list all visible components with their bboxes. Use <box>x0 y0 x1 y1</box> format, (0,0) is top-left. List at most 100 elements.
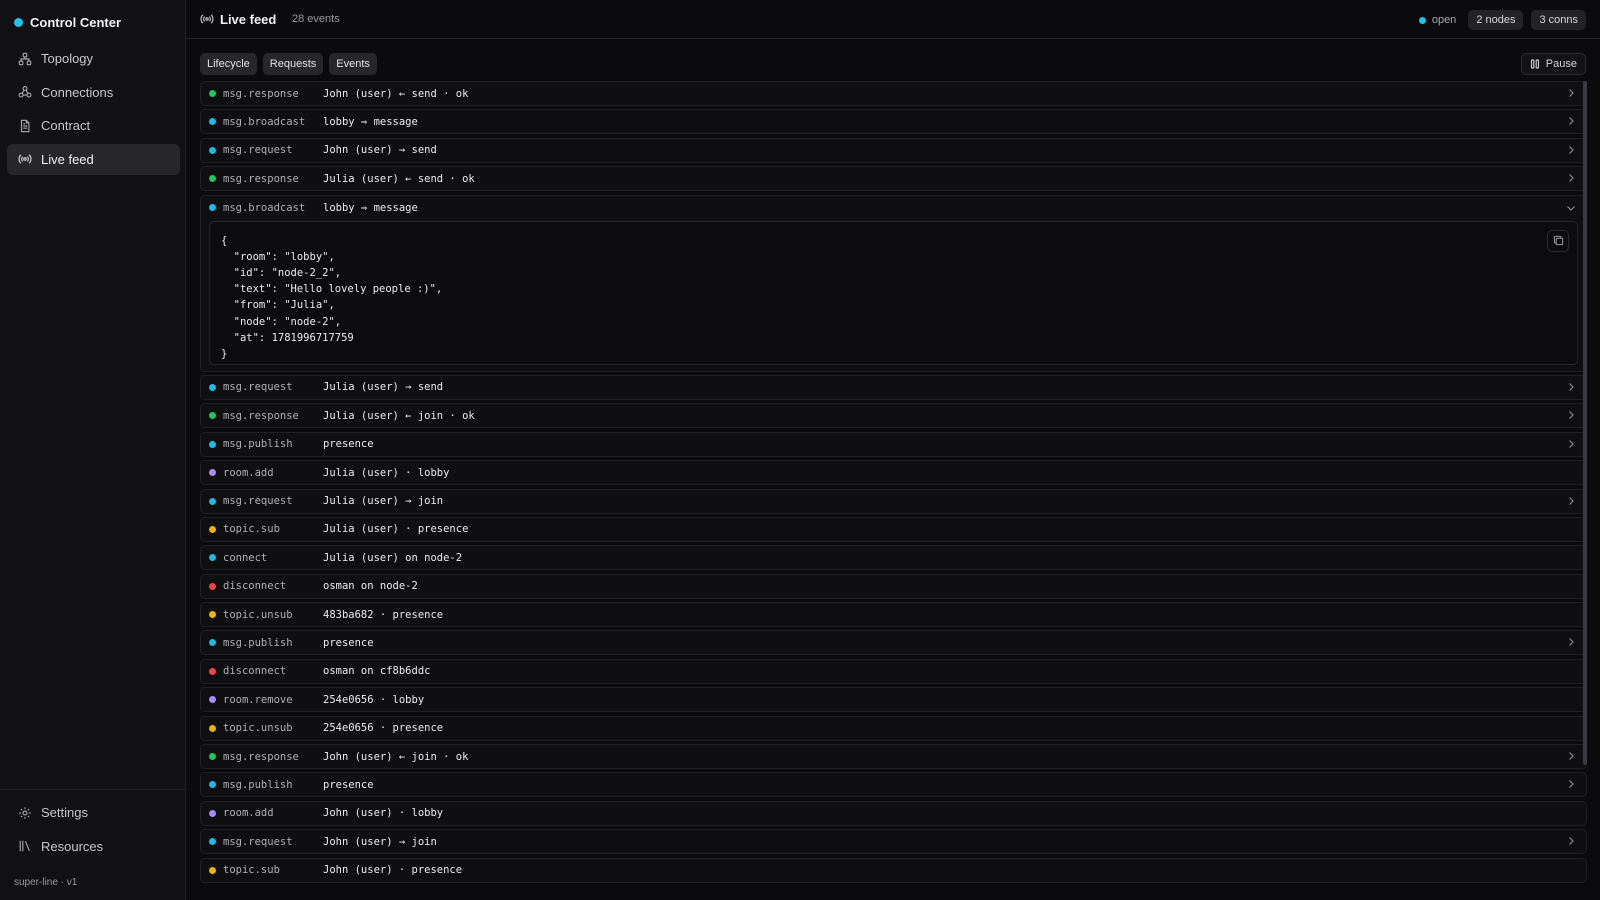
sidebar-item-topology[interactable]: Topology <box>7 43 180 74</box>
event-row: topic.sub John (user) · presence <box>200 857 1587 883</box>
event-row[interactable]: msg.response Julia (user) ← join · ok <box>200 403 1587 429</box>
event-row[interactable]: msg.broadcast lobby ⇒ message <box>200 109 1587 135</box>
event-detail: Julia (user) → join <box>323 495 444 508</box>
chevron-right-icon[interactable] <box>1566 779 1576 789</box>
event-color-dot <box>209 582 216 590</box>
event-detail: Julia (user) ← send · ok <box>323 172 475 185</box>
chevron-right-icon[interactable] <box>1566 496 1576 506</box>
event-type: msg.publish <box>223 636 293 649</box>
event-color-dot <box>209 838 216 846</box>
event-row-header[interactable]: msg.broadcast lobby ⇒ message <box>201 196 1586 221</box>
event-row: topic.unsub 254e0656 · presence <box>200 715 1587 741</box>
event-type: topic.unsub <box>223 608 293 621</box>
event-row[interactable]: msg.response John (user) ← send · ok <box>200 81 1587 106</box>
event-detail: presence <box>323 636 374 649</box>
event-type: msg.publish <box>223 438 293 451</box>
event-type: msg.broadcast <box>223 202 306 215</box>
app-version: super-line · v1 <box>14 877 78 888</box>
event-row[interactable]: msg.publish presence <box>200 431 1587 457</box>
event-type: msg.response <box>223 172 299 185</box>
sidebar-item-label: Resources <box>41 838 104 854</box>
event-row-expanded: msg.broadcast lobby ⇒ message { "room": "l… <box>200 194 1587 372</box>
event-count: 28 events <box>292 13 340 25</box>
event-payload: { "room": "lobby", "id": "node-2_2", "te… <box>209 220 1578 365</box>
topology-icon <box>18 52 32 65</box>
event-type: msg.request <box>223 381 293 394</box>
event-row[interactable]: msg.publish presence <box>200 772 1587 798</box>
broadcast-icon <box>200 14 214 24</box>
event-color-dot <box>209 146 216 154</box>
sidebar-item-label: Settings <box>41 805 88 820</box>
event-detail: John (user) · lobby <box>323 807 444 820</box>
event-type: msg.broadcast <box>223 115 306 128</box>
chevron-right-icon[interactable] <box>1566 173 1576 183</box>
event-detail: 254e0656 · lobby <box>323 693 425 706</box>
event-detail: osman on cf8b6ddc <box>323 665 431 678</box>
chevron-down-icon[interactable] <box>1566 203 1576 213</box>
sidebar-item-live-feed[interactable]: Live feed <box>7 143 180 175</box>
event-type: topic.sub <box>223 864 280 877</box>
sidebar-item-connections[interactable]: Connections <box>7 77 180 108</box>
event-color-dot <box>209 781 216 789</box>
event-row: topic.unsub 483ba682 · presence <box>200 602 1587 628</box>
page-header: Live feed 28 events open 2 nodes 3 conns <box>186 0 1600 39</box>
chevron-right-icon[interactable] <box>1566 751 1576 761</box>
event-color-dot <box>209 175 216 183</box>
event-row[interactable]: msg.response John (user) ← join · ok <box>200 744 1587 770</box>
event-row: room.remove 254e0656 · lobby <box>200 687 1587 713</box>
sidebar-item-label: Live feed <box>41 151 94 167</box>
event-color-dot <box>209 383 216 391</box>
event-type: disconnect <box>223 665 287 678</box>
event-color-dot <box>209 118 216 126</box>
feed-scrollbar[interactable] <box>1583 81 1587 765</box>
event-color-dot <box>209 696 216 704</box>
event-detail: osman on node-2 <box>323 580 418 593</box>
sidebar-item-settings[interactable]: Settings <box>7 797 180 828</box>
nodes-badge: 2 nodes <box>1468 10 1524 30</box>
event-type: room.add <box>223 466 274 479</box>
brand-status-dot <box>14 17 23 27</box>
event-detail: lobby ⇒ message <box>323 202 418 215</box>
chevron-right-icon[interactable] <box>1566 382 1576 392</box>
event-row: room.add John (user) · lobby <box>200 800 1587 826</box>
filter-requests[interactable]: Requests <box>262 53 324 75</box>
copy-button[interactable] <box>1547 229 1569 252</box>
event-color-dot <box>209 412 216 420</box>
event-row: room.add Julia (user) · lobby <box>200 460 1587 486</box>
event-color-dot <box>209 203 216 211</box>
chevron-right-icon[interactable] <box>1566 637 1576 647</box>
event-row[interactable]: msg.request Julia (user) → join <box>200 488 1587 514</box>
filter-lifecycle[interactable]: Lifecycle <box>200 53 257 75</box>
event-color-dot <box>209 469 216 477</box>
chevron-right-icon[interactable] <box>1566 116 1576 126</box>
event-detail: Julia (user) ← join · ok <box>323 409 475 422</box>
event-detail: Julia (user) → send <box>323 381 444 394</box>
sidebar-item-contract[interactable]: Contract <box>7 110 180 141</box>
event-type: topic.unsub <box>223 722 293 735</box>
event-color-dot <box>209 639 216 647</box>
event-type: msg.publish <box>223 778 293 791</box>
chevron-right-icon[interactable] <box>1566 410 1576 420</box>
pause-button[interactable]: Pause <box>1520 53 1586 75</box>
event-color-dot <box>209 753 216 761</box>
event-type: msg.response <box>223 87 299 100</box>
payload-json: { "room": "lobby", "id": "node-2_2", "te… <box>221 234 443 360</box>
chevron-right-icon[interactable] <box>1566 145 1576 155</box>
event-row[interactable]: msg.request Julia (user) → send <box>200 374 1587 400</box>
chevron-right-icon[interactable] <box>1566 88 1576 98</box>
event-detail: Julia (user) on node-2 <box>323 551 463 564</box>
chevron-right-icon[interactable] <box>1566 836 1576 846</box>
event-color-dot <box>209 611 216 619</box>
chevron-right-icon[interactable] <box>1566 439 1576 449</box>
event-row[interactable]: msg.publish presence <box>200 630 1587 656</box>
event-row: topic.sub Julia (user) · presence <box>200 516 1587 542</box>
event-row[interactable]: msg.request John (user) → join <box>200 829 1587 855</box>
event-detail: John (user) ← send · ok <box>323 87 469 100</box>
event-color-dot <box>209 809 216 817</box>
event-color-dot <box>209 525 216 533</box>
event-row[interactable]: msg.request John (user) → send <box>200 137 1587 163</box>
sidebar-item-resources[interactable]: Resources <box>7 831 180 862</box>
event-color-dot <box>209 724 216 732</box>
filter-events[interactable]: Events <box>329 53 377 75</box>
event-row[interactable]: msg.response Julia (user) ← send · ok <box>200 166 1587 192</box>
